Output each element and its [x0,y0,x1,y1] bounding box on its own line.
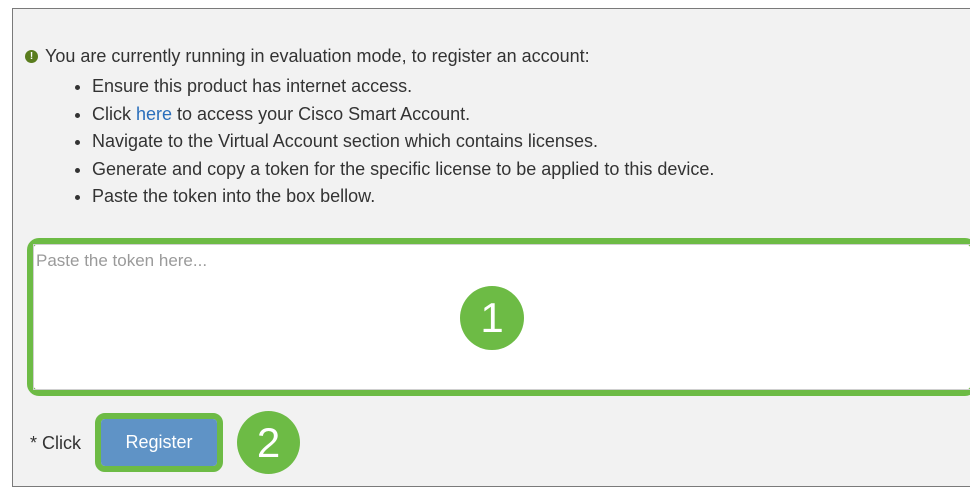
step-text: Navigate to the Virtual Account section … [92,131,598,151]
smart-account-link[interactable]: here [136,104,172,124]
step-text: Generate and copy a token for the specif… [92,158,715,179]
step-suffix: to access your Cisco Smart Account. [172,103,471,124]
callout-badge-2: 2 [237,411,300,474]
evaluation-notice: ! You are currently running in evaluatio… [25,44,590,68]
list-item: Ensure this product has internet access. [75,73,714,101]
list-item: Click here to access your Cisco Smart Ac… [75,101,714,129]
callout-badge-1: 1 [460,286,524,350]
info-icon: ! [25,50,38,63]
click-instruction: * Click [30,433,82,453]
notice-text: You are currently running in evaluation … [45,46,590,66]
step-text: Paste the token into the box bellow. [92,186,376,206]
list-item: Navigate to the Virtual Account section … [75,128,714,156]
step-text: Ensure this product has internet access. [92,76,413,96]
register-button[interactable]: Register [101,419,217,466]
instruction-list: Ensure this product has internet access.… [75,73,714,211]
list-item: Paste the token into the box bellow. [75,183,714,211]
list-item: Generate and copy a token for the specif… [75,156,714,184]
step-prefix: Click [92,103,136,124]
register-highlight: Register [95,413,223,472]
